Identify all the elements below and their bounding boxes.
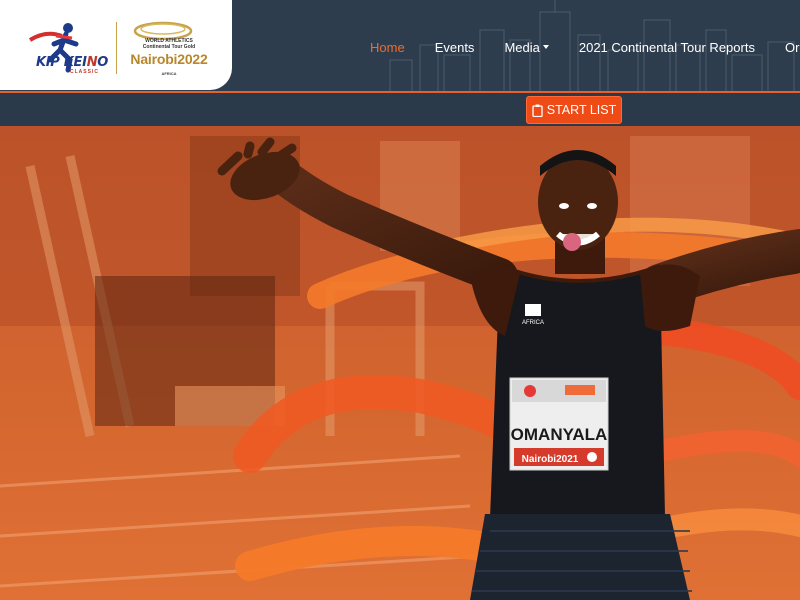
vest-brand-label: AFRICA (522, 320, 544, 326)
bib-athlete-name: OMANYALA (511, 425, 608, 444)
logo-card[interactable]: KIP KEINO CLASSIC WORLD ATHLETICS Contin… (0, 0, 232, 90)
nav-item-home[interactable]: Home (370, 40, 405, 55)
start-list-button[interactable]: START LIST (526, 96, 622, 124)
kip-keino-subtitle: CLASSIC (70, 69, 99, 75)
nav-item-tour-reports[interactable]: 2021 Continental Tour Reports (579, 40, 755, 55)
vest-logo (525, 304, 541, 316)
main-nav: Home Events Media 2021 Continental Tour … (370, 37, 800, 57)
nav-item-organisation[interactable]: Orga (785, 40, 800, 55)
bib-event-label: Nairobi2021 (522, 454, 579, 465)
hero-image: OMANYALA Nairobi2021 AFRICA (0, 126, 800, 600)
nav-item-media[interactable]: Media (504, 40, 549, 55)
event-title: Nairobi2022 (130, 51, 208, 67)
event-region: AFRICA (161, 71, 177, 76)
hero-banner: OMANYALA Nairobi2021 AFRICA (0, 126, 800, 600)
site-header: KIP KEINO CLASSIC WORLD ATHLETICS Contin… (0, 0, 800, 95)
stadium-arc-icon (133, 21, 193, 40)
clipboard-icon (532, 104, 543, 117)
event-tier-label: Continental Tour Gold (142, 44, 196, 50)
chevron-down-icon (542, 45, 549, 49)
nav-item-events[interactable]: Events (435, 40, 475, 55)
start-list-label: START LIST (546, 103, 617, 117)
logo-divider (116, 22, 117, 74)
kip-keino-wordmark: KIP KEINO (36, 55, 109, 70)
action-bar (0, 93, 800, 126)
